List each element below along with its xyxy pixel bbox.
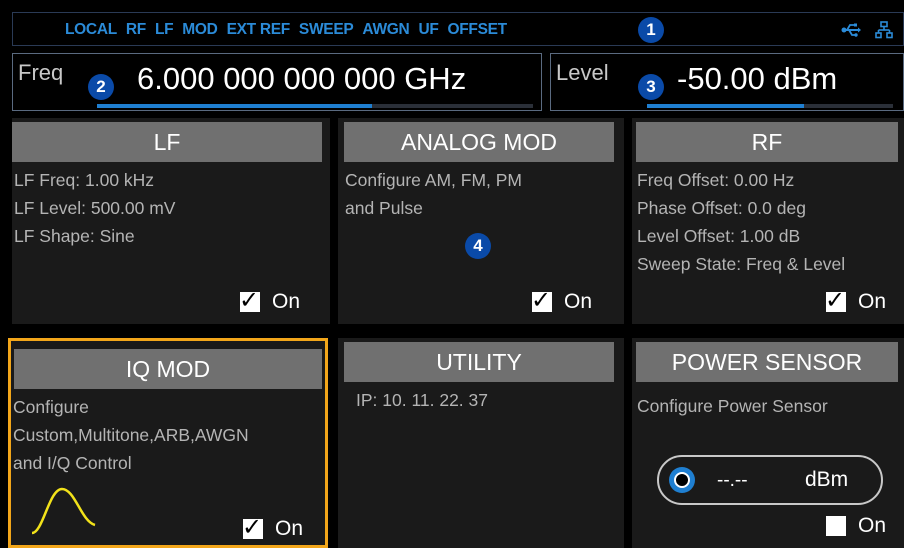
tile-power-sensor-title: POWER SENSOR <box>636 342 898 382</box>
analog-mod-desc-1: Configure AM, FM, PM <box>345 170 522 190</box>
power-sensor-on-toggle[interactable]: On <box>826 514 886 538</box>
tile-lf[interactable]: LF LF Freq: 1.00 kHz LF Level: 500.00 mV… <box>12 118 330 324</box>
tile-utility[interactable]: UTILITY IP: 10. 11. 22. 37 <box>338 338 624 548</box>
rf-on-label: On <box>858 290 887 313</box>
sine-wave-icon <box>31 487 96 535</box>
status-uf[interactable]: UF <box>418 21 438 39</box>
tile-utility-details: IP: 10. 11. 22. 37 <box>356 386 488 414</box>
tile-rf-details: Freq Offset: 0.00 Hz Phase Offset: 0.0 d… <box>637 166 845 278</box>
checkbox[interactable]: ✓ <box>825 286 846 314</box>
level-slider-fill <box>647 104 805 108</box>
frequency-value[interactable]: 6.000 000 000 000 GHz <box>137 61 466 97</box>
analog-mod-on-toggle[interactable]: ✓ On <box>531 286 593 314</box>
status-awgn[interactable]: AWGN <box>362 21 409 39</box>
checkbox[interactable]: ✓ <box>242 513 263 541</box>
checkmark-icon: ✓ <box>242 513 263 541</box>
network-icon <box>875 21 893 39</box>
status-bar: LOCAL RF LF MOD EXT REF SWEEP AWGN UF OF… <box>12 12 904 46</box>
iq-mod-desc-2: Custom,Multitone,ARB,AWGN <box>13 425 249 445</box>
status-mod[interactable]: MOD <box>182 21 218 39</box>
tile-rf[interactable]: RF Freq Offset: 0.00 Hz Phase Offset: 0.… <box>632 118 904 324</box>
tile-rf-title: RF <box>636 122 898 162</box>
checkmark-icon: ✓ <box>825 286 846 314</box>
power-sensor-unit: dBm <box>805 468 849 491</box>
iq-mod-desc-1: Configure <box>13 397 89 417</box>
lf-shape: LF Shape: Sine <box>14 226 135 246</box>
tile-lf-title: LF <box>12 122 322 162</box>
status-local[interactable]: LOCAL <box>65 21 117 39</box>
callout-4: 4 <box>465 233 491 259</box>
tile-iq-mod-details: Configure Custom,Multitone,ARB,AWGN and … <box>13 393 249 477</box>
checkbox[interactable]: ✓ <box>239 286 260 314</box>
signal-generator-screen: LOCAL RF LF MOD EXT REF SWEEP AWGN UF OF… <box>0 0 904 548</box>
frequency-slider-fill <box>97 104 372 108</box>
lf-on-toggle[interactable]: ✓ On <box>239 286 301 314</box>
power-sensor-reading[interactable]: --.-- dBm <box>657 455 883 505</box>
tile-analog-mod-title: ANALOG MOD <box>344 122 614 162</box>
tile-analog-mod[interactable]: ANALOG MOD Configure AM, FM, PM and Puls… <box>338 118 624 324</box>
lf-freq: LF Freq: 1.00 kHz <box>14 170 155 190</box>
tile-iq-mod-title: IQ MOD <box>14 349 322 389</box>
tile-power-sensor[interactable]: POWER SENSOR Configure Power Sensor --.-… <box>632 338 904 548</box>
rf-sweep-state: Sweep State: Freq & Level <box>637 254 846 274</box>
lf-level: LF Level: 500.00 mV <box>14 198 176 218</box>
status-rf[interactable]: RF <box>126 21 146 39</box>
utility-ip: IP: 10. 11. 22. 37 <box>356 390 488 410</box>
radio-dot <box>674 472 690 488</box>
analog-mod-desc-2: and Pulse <box>345 198 423 218</box>
checkbox[interactable]: ✓ <box>531 286 552 314</box>
tile-iq-mod[interactable]: IQ MOD Configure Custom,Multitone,ARB,AW… <box>8 338 328 548</box>
lf-on-label: On <box>272 290 301 313</box>
level-slider[interactable] <box>647 104 893 108</box>
tile-lf-details: LF Freq: 1.00 kHz LF Level: 500.00 mV LF… <box>14 166 175 250</box>
iq-mod-on-label: On <box>275 517 304 540</box>
checkmark-icon: ✓ <box>239 286 260 314</box>
power-sensor-value: --.-- <box>717 470 748 491</box>
rf-phase-offset: Phase Offset: 0.0 deg <box>637 198 806 218</box>
tile-analog-mod-details: Configure AM, FM, PM and Pulse <box>345 166 522 222</box>
level-label: Level <box>556 60 609 85</box>
rf-on-toggle[interactable]: ✓ On <box>825 286 887 314</box>
tile-power-sensor-details: Configure Power Sensor <box>637 392 828 420</box>
status-offset[interactable]: OFFSET <box>448 21 508 39</box>
power-sensor-desc: Configure Power Sensor <box>637 396 828 416</box>
analog-mod-on-label: On <box>564 290 593 313</box>
tile-utility-title: UTILITY <box>344 342 614 382</box>
level-field[interactable]: Level -50.00 dBm <box>550 53 904 111</box>
frequency-slider[interactable] <box>97 104 533 108</box>
callout-2: 2 <box>88 74 114 100</box>
radio-button-icon[interactable] <box>669 467 695 493</box>
status-lf[interactable]: LF <box>155 21 174 39</box>
rf-level-offset: Level Offset: 1.00 dB <box>637 226 801 246</box>
status-ext-ref[interactable]: EXT REF <box>227 21 291 39</box>
checkmark-icon: ✓ <box>531 286 552 314</box>
status-sweep[interactable]: SWEEP <box>299 21 354 39</box>
callout-3: 3 <box>638 74 664 100</box>
usb-icon <box>841 23 861 37</box>
frequency-label: Freq <box>18 60 64 85</box>
level-value[interactable]: -50.00 dBm <box>677 61 837 97</box>
iq-mod-desc-3: and I/Q Control <box>13 453 132 473</box>
status-icons <box>841 13 893 47</box>
power-sensor-on-label: On <box>858 514 887 537</box>
callout-1: 1 <box>638 17 664 43</box>
status-indicators: LOCAL RF LF MOD EXT REF SWEEP AWGN UF OF… <box>65 13 507 47</box>
iq-mod-on-toggle[interactable]: ✓ On <box>242 513 304 541</box>
checkbox-unchecked[interactable] <box>826 516 846 536</box>
rf-freq-offset: Freq Offset: 0.00 Hz <box>637 170 795 190</box>
